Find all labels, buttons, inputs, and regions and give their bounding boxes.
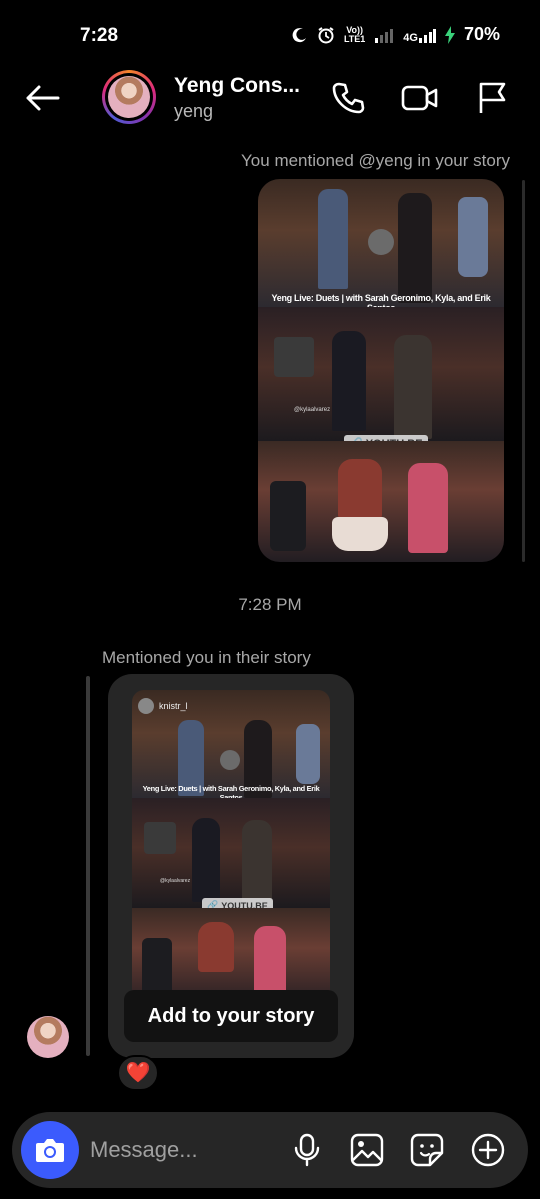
report-button[interactable] — [472, 78, 512, 118]
sent-story-card[interactable]: Yeng Live: Duets | with Sarah Geronimo, … — [258, 179, 504, 562]
flag-icon — [479, 82, 506, 113]
status-time: 7:28 — [80, 25, 119, 46]
story-panel-top — [258, 179, 504, 307]
alarm-icon — [317, 26, 335, 44]
recv-panel-middle: @kylaalvarez — [132, 798, 330, 908]
call-button[interactable] — [328, 78, 368, 118]
add-to-story-button[interactable]: Add to your story — [124, 990, 338, 1042]
gallery-button[interactable] — [347, 1130, 387, 1170]
contact-name[interactable]: Yeng Cons... — [174, 74, 300, 98]
heart-icon: ❤️ — [125, 1062, 151, 1084]
story-username: knistr_l — [159, 701, 188, 711]
reply-line — [86, 676, 90, 1056]
phone-icon — [332, 82, 365, 114]
contact-avatar[interactable] — [102, 70, 156, 124]
received-story-card[interactable]: knistr_l Yeng Live: Duets | with Sarah G… — [132, 690, 330, 1008]
sticker-button[interactable] — [407, 1130, 447, 1170]
sticker-icon — [410, 1133, 444, 1167]
mobile-data-indicator: 4G — [403, 27, 436, 43]
message-input[interactable] — [90, 1134, 270, 1166]
battery-percent: 70% — [463, 24, 500, 44]
video-call-button[interactable] — [400, 78, 440, 118]
received-mention-label: Mentioned you in their story — [102, 648, 311, 667]
avatar-image — [108, 76, 150, 118]
status-icons: Vo)) LTE1 4G 70% — [292, 24, 500, 45]
message-composer — [12, 1112, 528, 1188]
message-timestamp: 7:28 PM — [238, 595, 302, 614]
voice-message-button[interactable] — [287, 1130, 327, 1170]
video-camera-icon — [401, 85, 438, 111]
recv-panel-top: knistr_l — [132, 690, 330, 798]
heart-reaction[interactable]: ❤️ — [117, 1055, 159, 1091]
chat-header: Yeng Cons... yeng — [0, 60, 540, 138]
microphone-icon — [294, 1133, 320, 1167]
contact-handle[interactable]: yeng — [174, 101, 213, 122]
story-panel-bottom — [258, 441, 504, 562]
plus-circle-icon — [471, 1133, 505, 1167]
recv-story-mention: @kylaalvarez — [160, 878, 191, 884]
story-mention-tag: @kylaalvarez — [294, 407, 331, 413]
sent-mention-label: You mentioned @yeng in your story — [241, 151, 510, 170]
charging-icon — [444, 25, 455, 44]
signal-icon — [374, 27, 394, 43]
volte-indicator: Vo)) LTE1 — [343, 24, 366, 44]
back-button[interactable] — [20, 78, 64, 118]
more-options-button[interactable] — [468, 1130, 508, 1170]
image-icon — [350, 1133, 384, 1167]
story-user-avatar — [138, 698, 154, 714]
scroll-indicator — [522, 180, 525, 562]
story-panel-middle: @kylaalvarez — [258, 307, 504, 441]
do-not-disturb-icon — [292, 27, 308, 43]
received-story-bubble[interactable]: knistr_l Yeng Live: Duets | with Sarah G… — [108, 674, 354, 1058]
sender-avatar[interactable] — [27, 1016, 69, 1058]
camera-button[interactable] — [21, 1121, 79, 1179]
signal-2-icon — [418, 28, 436, 43]
camera-icon — [36, 1139, 64, 1162]
back-arrow-icon — [26, 85, 60, 111]
